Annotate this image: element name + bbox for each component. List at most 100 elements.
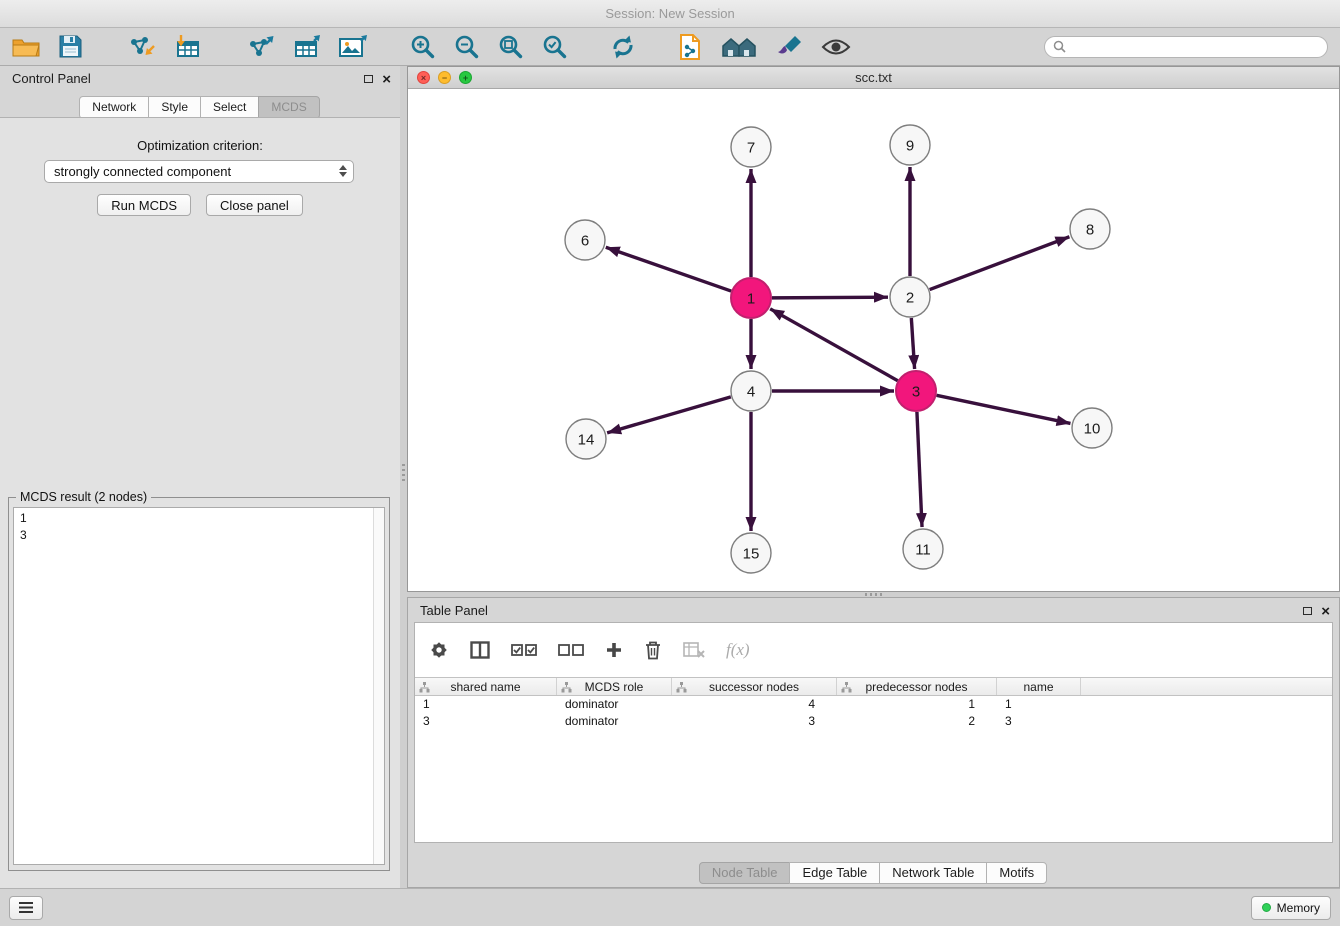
table-row[interactable]: 3 dominator 3 2 3	[415, 713, 1332, 730]
network-graph[interactable]: 7 9 6 8 1 2 4 3 14 10 15 11	[408, 89, 1339, 592]
column-header-name[interactable]: name	[997, 678, 1081, 695]
deselect-all-button[interactable]	[558, 643, 584, 657]
edge-2-3[interactable]	[911, 318, 914, 369]
add-column-button[interactable]	[605, 641, 623, 659]
float-panel-icon[interactable]	[364, 75, 373, 83]
edge-3-11[interactable]	[917, 412, 922, 527]
node-4[interactable]: 4	[731, 371, 771, 411]
network-canvas[interactable]: 7 9 6 8 1 2 4 3 14 10 15 11	[408, 89, 1339, 591]
svg-text:11: 11	[915, 541, 931, 558]
zoom-window-icon[interactable]: +	[459, 71, 472, 84]
network-window-titlebar[interactable]: × − + scc.txt	[408, 67, 1339, 89]
import-network-button[interactable]	[123, 33, 157, 61]
node-15[interactable]: 15	[731, 533, 771, 573]
export-table-button[interactable]	[291, 33, 322, 61]
refresh-view-button[interactable]	[608, 33, 638, 61]
column-header-predecessor-nodes[interactable]: predecessor nodes	[837, 678, 997, 695]
node-10[interactable]: 10	[1072, 408, 1112, 448]
attribute-icon	[419, 682, 430, 693]
cell-shared-name[interactable]: 1	[415, 696, 557, 713]
zoom-fit-button[interactable]	[496, 32, 525, 61]
close-panel-icon[interactable]: ×	[382, 72, 391, 87]
node-14[interactable]: 14	[566, 419, 606, 459]
column-header-successor-nodes[interactable]: successor nodes	[672, 678, 837, 695]
mcds-result-group: MCDS result (2 nodes) 1 3	[8, 497, 390, 871]
minimize-window-icon[interactable]: −	[438, 71, 451, 84]
node-1[interactable]: 1	[731, 278, 771, 318]
search-input[interactable]	[1071, 40, 1319, 54]
close-window-icon[interactable]: ×	[417, 71, 430, 84]
paint-brush-icon	[776, 35, 802, 59]
control-panel: Control Panel × NetworkStyleSelectMCDS O…	[0, 66, 400, 888]
save-session-button[interactable]	[57, 33, 84, 60]
node-3[interactable]: 3	[896, 371, 936, 411]
home-button[interactable]	[719, 33, 759, 61]
checked-boxes-icon	[511, 643, 537, 657]
run-mcds-button[interactable]: Run MCDS	[97, 194, 191, 216]
zoom-in-button[interactable]	[408, 32, 437, 61]
tab-style[interactable]: Style	[148, 96, 201, 119]
search-field[interactable]	[1044, 36, 1328, 58]
close-panel-icon[interactable]: ×	[1321, 604, 1330, 619]
close-panel-button[interactable]: Close panel	[206, 194, 303, 216]
edge-3-10[interactable]	[937, 395, 1071, 423]
edge-3-1[interactable]	[770, 309, 898, 381]
tab-mcds[interactable]: MCDS	[258, 96, 319, 119]
column-header-shared-name[interactable]: shared name	[415, 678, 557, 695]
apply-style-button[interactable]	[774, 33, 804, 61]
delete-table-button[interactable]	[683, 642, 705, 658]
cell-shared-name[interactable]: 3	[415, 713, 557, 730]
cell-mcds-role[interactable]: dominator	[557, 696, 672, 713]
new-network-from-selection-button[interactable]	[677, 32, 704, 62]
node-9[interactable]: 9	[890, 125, 930, 165]
edge-2-8[interactable]	[930, 237, 1070, 290]
node-7[interactable]: 7	[731, 127, 771, 167]
cell-successor-nodes[interactable]: 4	[672, 696, 837, 713]
window-titlebar[interactable]: Session: New Session	[0, 0, 1340, 28]
show-graphics-details-button[interactable]	[819, 35, 853, 59]
cell-mcds-role[interactable]: dominator	[557, 713, 672, 730]
tab-node-table[interactable]: Node Table	[699, 862, 791, 884]
zoom-selected-button[interactable]	[540, 32, 569, 61]
delete-column-button[interactable]	[644, 640, 662, 660]
cell-successor-nodes[interactable]: 3	[672, 713, 837, 730]
cell-predecessor-nodes[interactable]: 1	[837, 696, 997, 713]
node-8[interactable]: 8	[1070, 209, 1110, 249]
select-all-button[interactable]	[511, 643, 537, 657]
table-row[interactable]: 1 dominator 4 1 1	[415, 696, 1332, 713]
home-icon	[721, 35, 757, 59]
tab-edge-table[interactable]: Edge Table	[789, 862, 880, 884]
attribute-icon	[841, 682, 852, 693]
cell-name[interactable]: 3	[997, 713, 1081, 730]
tab-motifs[interactable]: Motifs	[986, 862, 1047, 884]
export-image-button[interactable]	[337, 33, 369, 60]
edge-1-2[interactable]	[772, 297, 888, 298]
task-history-button[interactable]	[9, 896, 43, 920]
tab-network-table[interactable]: Network Table	[879, 862, 987, 884]
criterion-dropdown-value: strongly connected component	[54, 164, 231, 179]
tab-network[interactable]: Network	[79, 96, 149, 119]
edge-4-14[interactable]	[607, 397, 731, 433]
zoom-out-button[interactable]	[452, 32, 481, 61]
cell-name[interactable]: 1	[997, 696, 1081, 713]
node-11[interactable]: 11	[903, 529, 943, 569]
show-columns-button[interactable]	[470, 641, 490, 659]
criterion-dropdown[interactable]: strongly connected component	[44, 160, 354, 183]
node-2[interactable]: 2	[890, 277, 930, 317]
memory-button[interactable]: Memory	[1251, 896, 1331, 920]
result-scrollbar[interactable]	[373, 508, 384, 864]
function-builder-button[interactable]: f(x)	[726, 640, 750, 660]
mcds-result-box: 1 3	[13, 507, 385, 865]
table-settings-button[interactable]	[429, 640, 449, 660]
edge-1-6[interactable]	[606, 247, 731, 291]
open-session-button[interactable]	[10, 34, 42, 60]
cell-predecessor-nodes[interactable]: 2	[837, 713, 997, 730]
import-table-button[interactable]	[172, 33, 203, 61]
float-panel-icon[interactable]	[1303, 607, 1312, 615]
export-network-button[interactable]	[242, 33, 276, 61]
column-header-mcds-role[interactable]: MCDS role	[557, 678, 672, 695]
vertical-splitter[interactable]	[400, 66, 407, 888]
svg-text:14: 14	[578, 431, 595, 448]
node-6[interactable]: 6	[565, 220, 605, 260]
tab-select[interactable]: Select	[200, 96, 259, 119]
